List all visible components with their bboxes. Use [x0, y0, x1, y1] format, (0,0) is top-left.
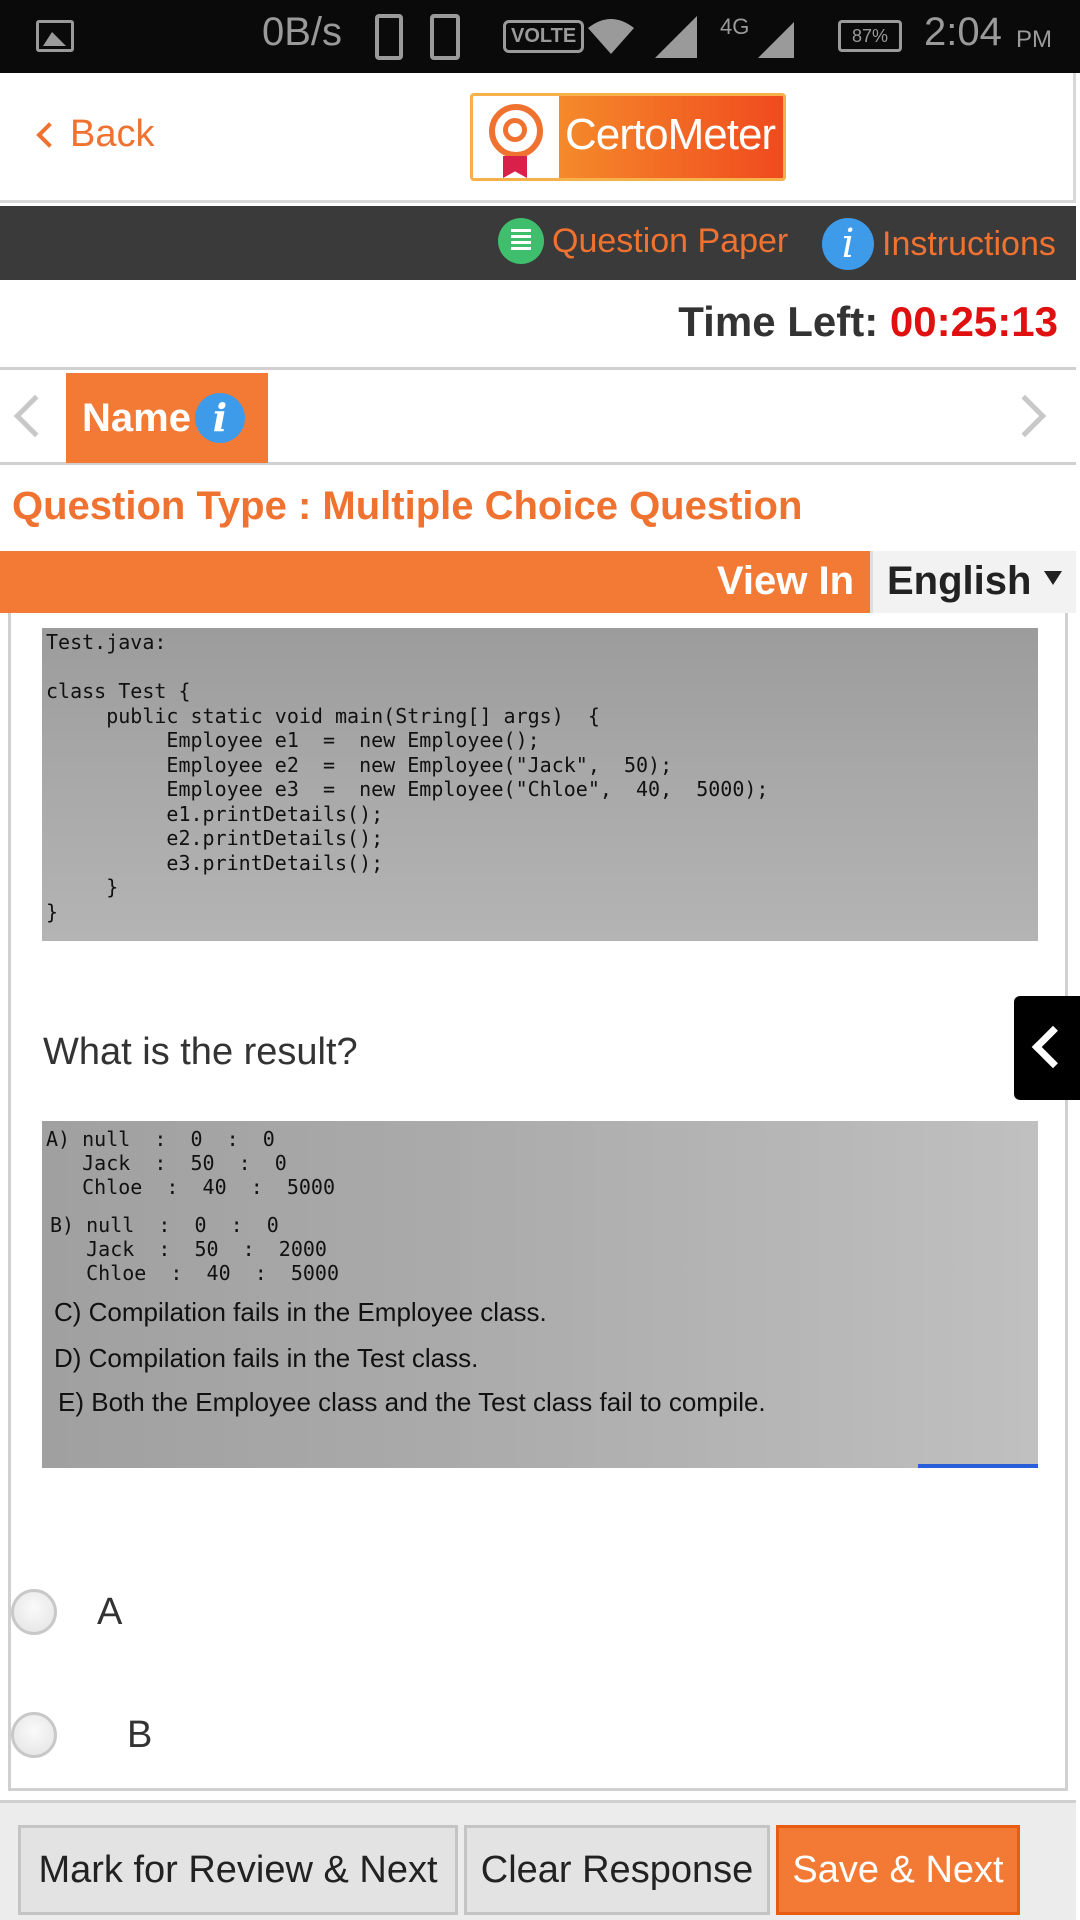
dropdown-arrow-icon — [1044, 571, 1062, 585]
choice-b[interactable]: B — [11, 1712, 152, 1758]
chevron-right-icon[interactable] — [1003, 394, 1047, 438]
options-image: A) null : 0 : 0 Jack : 50 : 0 Chloe : 40… — [42, 1121, 1038, 1468]
question-panel: Test.java: class Test { public static vo… — [8, 613, 1068, 1791]
action-bar: Mark for Review & Next Clear Response Sa… — [0, 1800, 1076, 1920]
option-line: D) Compilation fails in the Test class. — [54, 1343, 479, 1373]
choice-a[interactable]: A — [11, 1589, 122, 1635]
timer-label: Time Left: — [678, 298, 879, 345]
choice-label: A — [97, 1590, 123, 1633]
option-line: C) Compilation fails in the Employee cla… — [54, 1297, 547, 1327]
view-in-bar: View In English — [0, 551, 1076, 613]
clock: 2:04 — [924, 10, 1002, 54]
clear-response-button[interactable]: Clear Response — [464, 1825, 770, 1915]
ribbon-icon — [503, 156, 527, 178]
tab-section-label: Name — [82, 395, 191, 440]
chevron-left-icon — [1031, 1025, 1075, 1069]
back-button[interactable]: Back — [36, 113, 155, 156]
status-bar: 0B/s VOLTE 4G 87% 2:04 PM — [0, 0, 1080, 73]
option-line: Chloe : 40 : 5000 — [46, 1175, 335, 1199]
signal-sim2-icon — [758, 22, 794, 58]
certometer-logo: CertoMeter — [470, 93, 786, 181]
choice-label: B — [127, 1713, 153, 1756]
chevron-left-icon[interactable] — [13, 394, 57, 438]
phone-icon — [375, 14, 403, 60]
question-paper-label: Question Paper — [552, 221, 789, 260]
volte-badge: VOLTE — [503, 20, 585, 53]
save-next-button[interactable]: Save & Next — [776, 1825, 1020, 1915]
signal-sim1-icon — [655, 16, 697, 58]
code-text: Test.java: class Test { public static vo… — [46, 630, 769, 924]
nav-bar: Question Paper i Instructions — [0, 206, 1076, 280]
net-speed: 0B/s — [262, 10, 343, 54]
timer-value: 00:25:13 — [889, 298, 1058, 345]
timer: Time Left: 00:25:13 — [678, 298, 1058, 346]
view-in-label: View In — [716, 559, 854, 603]
tab-section-name[interactable]: Name i — [66, 373, 268, 463]
document-icon — [498, 218, 544, 264]
wifi-icon — [588, 19, 634, 54]
option-line: Chloe : 40 : 5000 — [50, 1261, 339, 1285]
chevron-left-icon — [36, 121, 62, 148]
app-header: Back CertoMeter — [0, 73, 1076, 203]
question-paper-link[interactable]: Question Paper — [498, 218, 788, 264]
network-type: 4G — [720, 14, 750, 39]
radio-button[interactable] — [11, 1589, 57, 1635]
battery-icon: 87% — [838, 20, 902, 52]
option-line: A) null : 0 : 0 — [46, 1127, 275, 1151]
code-image: Test.java: class Test { public static vo… — [42, 628, 1038, 941]
back-label: Back — [70, 113, 155, 155]
instructions-label: Instructions — [882, 224, 1056, 263]
target-icon — [489, 104, 543, 158]
language-select[interactable]: English — [870, 551, 1076, 613]
option-line: E) Both the Employee class and the Test … — [58, 1387, 766, 1417]
info-icon[interactable]: i — [194, 393, 245, 443]
vibrate-icon — [430, 14, 460, 60]
section-tabs: Name i — [0, 373, 1076, 465]
side-drawer-toggle[interactable] — [1014, 996, 1080, 1100]
instructions-link[interactable]: i Instructions — [822, 218, 1056, 270]
language-value: English — [887, 559, 1032, 603]
option-line: Jack : 50 : 0 — [46, 1151, 287, 1175]
timer-row: Time Left: 00:25:13 — [0, 280, 1076, 370]
question-text: What is the result? — [43, 1031, 358, 1073]
mark-review-next-button[interactable]: Mark for Review & Next — [18, 1825, 458, 1915]
info-icon: i — [822, 218, 874, 270]
image-edge — [918, 1464, 1038, 1468]
clock-ampm: PM — [1016, 26, 1052, 53]
radio-button[interactable] — [11, 1712, 57, 1758]
option-line: B) null : 0 : 0 — [50, 1213, 279, 1237]
logo-text: CertoMeter — [565, 110, 776, 159]
option-line: Jack : 50 : 2000 — [50, 1237, 327, 1261]
gallery-icon — [36, 20, 74, 52]
question-type: Question Type : Multiple Choice Question — [12, 484, 803, 528]
